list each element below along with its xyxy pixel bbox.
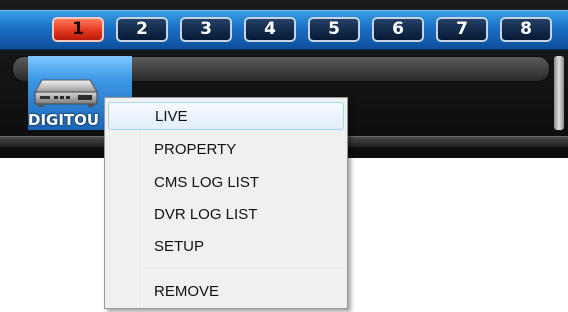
tab-8[interactable]: 8 [500, 17, 552, 42]
menu-item-label: SETUP [154, 238, 205, 255]
menu-item-label: DVR LOG LIST [154, 206, 258, 223]
context-menu: LIVE PROPERTY CMS LOG LIST DVR LOG LIST … [104, 97, 348, 309]
menu-item-setup[interactable]: SETUP [108, 233, 344, 261]
menu-item-label: CMS LOG LIST [154, 174, 260, 191]
menu-item-label: REMOVE [154, 283, 220, 300]
tab-6[interactable]: 6 [372, 17, 424, 42]
tab-3[interactable]: 3 [180, 17, 232, 42]
menu-item-cms-log-list[interactable]: CMS LOG LIST [108, 169, 344, 197]
menu-item-label: LIVE [155, 108, 188, 125]
dvr-device-icon [34, 79, 98, 107]
menu-item-dvr-log-list[interactable]: DVR LOG LIST [108, 201, 344, 229]
tab-4[interactable]: 4 [244, 17, 296, 42]
tab-1[interactable]: 1 [52, 17, 104, 42]
menu-separator [143, 268, 343, 270]
menu-item-property[interactable]: PROPERTY [108, 136, 344, 164]
vertical-scrollbar[interactable] [554, 56, 564, 130]
menu-item-remove[interactable]: REMOVE [108, 278, 344, 306]
tab-5[interactable]: 5 [308, 17, 360, 42]
channel-tab-bar: 1 2 3 4 5 6 7 8 [0, 10, 568, 50]
menu-item-label: PROPERTY [154, 141, 237, 158]
tab-7[interactable]: 7 [436, 17, 488, 42]
tab-2[interactable]: 2 [116, 17, 168, 42]
menu-item-live[interactable]: LIVE [108, 102, 344, 130]
